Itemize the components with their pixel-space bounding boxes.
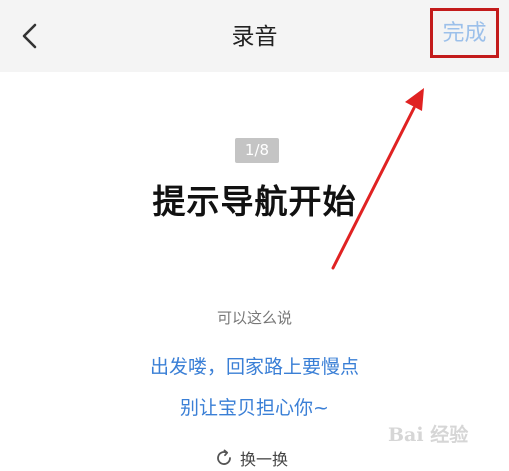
top-bar: 录音 完成 (0, 0, 509, 72)
refresh-icon (217, 449, 231, 465)
done-highlight-box: 完成 (430, 8, 499, 58)
hint-label: 可以这么说 (216, 309, 292, 327)
prompt-title: 提示导航开始 (152, 182, 357, 221)
watermark-logo: Bai 经验 (388, 424, 469, 446)
refresh-label: 换一换 (240, 450, 289, 469)
recording-screen: 录音 完成 1/8 提示导航开始 可以这么说 出发喽，回家路上要慢点 别让宝贝担… (0, 0, 509, 471)
done-button[interactable]: 完成 (433, 20, 496, 48)
sample-phrase-line: 别让宝贝担心你~ (180, 397, 329, 419)
sample-phrase-line: 出发喽，回家路上要慢点 (149, 356, 359, 378)
page-indicator: 1/8 (235, 138, 279, 163)
refresh-button[interactable]: 换一换 (214, 444, 288, 471)
